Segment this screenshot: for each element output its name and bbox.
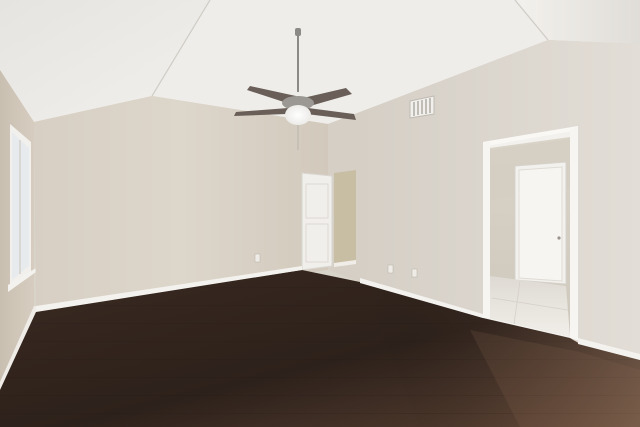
room-illustration: [0, 0, 640, 427]
room-photo: [0, 0, 640, 427]
middle-wall: [328, 112, 360, 282]
open-doorway: [483, 126, 578, 342]
interior-door: [301, 172, 333, 271]
